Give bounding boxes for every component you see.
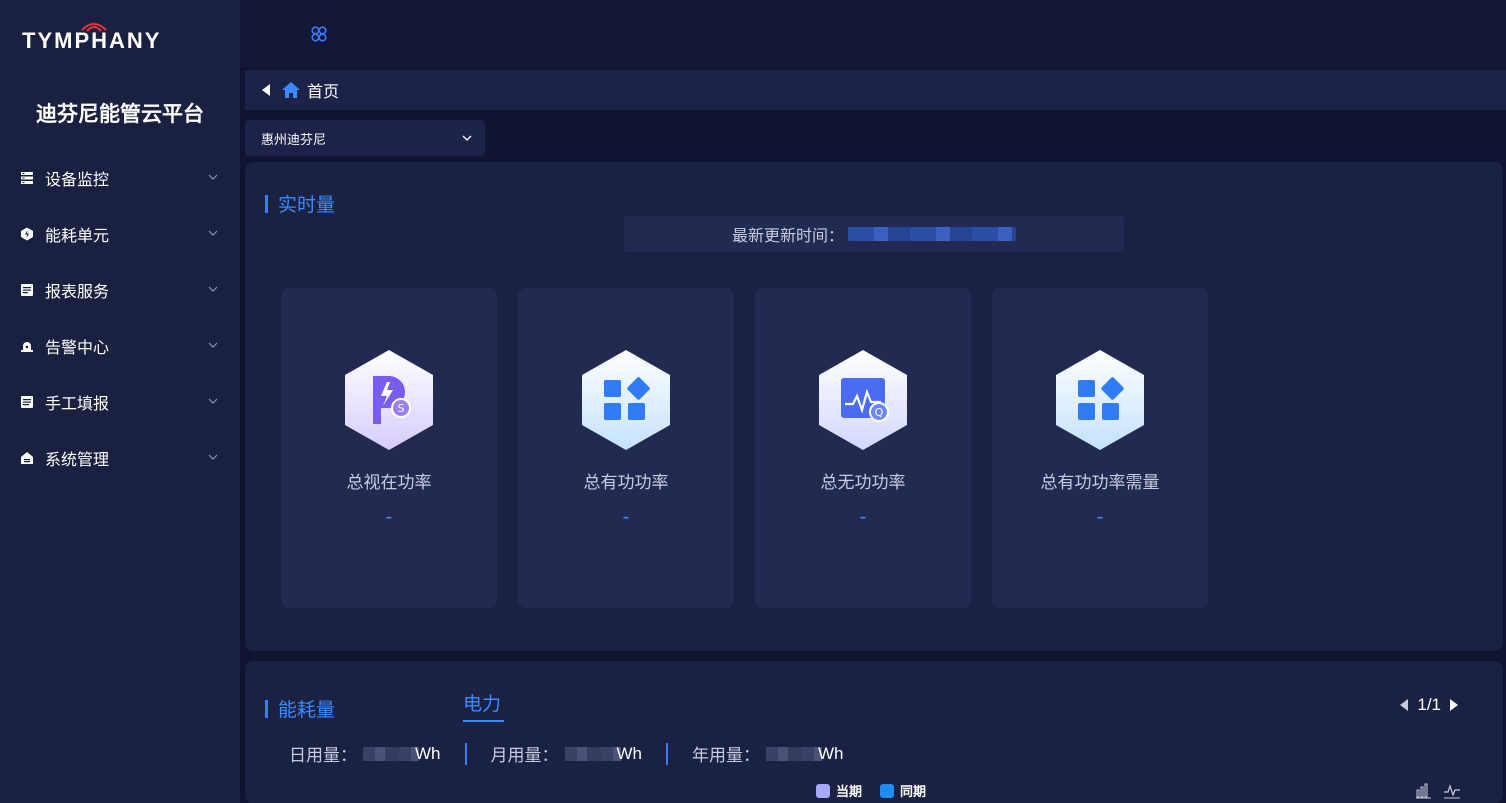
chart-legend: 当期 同期 <box>816 781 944 800</box>
section-marker <box>265 699 268 718</box>
metric-label: 总视在功率 <box>346 473 432 492</box>
usage-unit: Wh <box>415 743 441 763</box>
reactive-power-icon: Q <box>819 350 907 450</box>
tab-underline <box>463 720 504 722</box>
chevron-down-icon <box>208 286 218 292</box>
usage-monthly: 月用量： Wh <box>491 741 643 766</box>
svg-text:S: S <box>398 402 405 415</box>
home-icon <box>282 82 300 98</box>
sidebar-item-label: 系统管理 <box>45 452 110 469</box>
sidebar-item-system[interactable]: 系统管理 <box>0 430 240 486</box>
chevron-down-icon <box>208 230 218 236</box>
server-icon <box>20 171 34 185</box>
breadcrumb: 首页 <box>245 70 1506 110</box>
energy-panel: 能耗量 电力 1/1 日用量： Wh 月用量： Wh 年用量： Wh 当期 同期 <box>245 661 1503 803</box>
sidebar-item-label: 报表服务 <box>45 284 110 301</box>
metric-value: - <box>385 506 393 528</box>
site-select[interactable]: 惠州迪芬尼 <box>245 120 485 156</box>
sidebar-item-label: 告警中心 <box>45 340 110 357</box>
metric-card-active-power: 总有功功率 - <box>518 288 734 608</box>
usage-separator <box>464 742 467 765</box>
energy-title: 能耗量 <box>278 700 336 721</box>
sidebar-item-report[interactable]: 报表服务 <box>0 262 240 318</box>
sidebar-item-energy-unit[interactable]: 能耗单元 <box>0 206 240 262</box>
back-arrow-icon[interactable] <box>261 83 271 97</box>
usage-separator <box>666 742 668 765</box>
line-chart-icon[interactable] <box>1443 781 1461 799</box>
usage-yearly: 年用量： Wh <box>692 741 844 766</box>
tab-electricity[interactable]: 电力 <box>463 689 501 716</box>
chevron-down-icon <box>208 342 218 348</box>
alarm-icon <box>20 339 34 353</box>
legend-item-current[interactable]: 当期 <box>816 781 862 800</box>
realtime-title: 实时量 <box>278 195 336 216</box>
legend-swatch <box>816 783 830 798</box>
breadcrumb-home[interactable]: 首页 <box>307 78 339 102</box>
apparent-power-icon: S <box>345 350 433 450</box>
settings-box-icon <box>20 451 34 465</box>
metric-label: 总有功功率 <box>583 473 669 492</box>
usage-unit: Wh <box>616 743 643 763</box>
metric-value: - <box>1096 506 1104 528</box>
chart-tools <box>1405 781 1461 799</box>
bar-chart-icon[interactable] <box>1415 781 1433 799</box>
metric-card-active-demand: 总有功功率需量 - <box>992 288 1208 608</box>
update-time-value-redacted <box>848 227 1016 241</box>
pager: 1/1 <box>1399 695 1459 715</box>
chevron-down-icon <box>208 398 218 404</box>
legend-swatch <box>880 783 895 798</box>
usage-label: 月用量： <box>490 746 559 765</box>
platform-title: 迪芬尼能管云平台 <box>36 103 204 126</box>
usage-label: 日用量： <box>289 746 357 765</box>
usage-unit: Wh <box>818 743 844 763</box>
hexagon-bolt-icon <box>20 227 34 241</box>
sidebar-item-label: 设备监控 <box>45 172 110 189</box>
active-power-icon <box>582 350 670 450</box>
chevron-down-icon <box>208 174 218 180</box>
realtime-section-title: 实时量 <box>265 190 335 217</box>
usage-label: 年用量： <box>692 746 760 765</box>
section-marker <box>265 194 268 213</box>
usage-row: 日用量： Wh 月用量： Wh 年用量： Wh <box>289 741 844 766</box>
next-page-icon[interactable] <box>1449 698 1459 712</box>
sidebar-menu: 设备监控 能耗单元 报表服务 告警中心 手工填报 系统管理 <box>0 150 240 486</box>
chevron-down-icon <box>208 454 218 460</box>
logo-text: TYMPHANY <box>22 28 162 53</box>
update-time-box: 最新更新时间： <box>624 216 1124 252</box>
site-select-value: 惠州迪芬尼 <box>261 131 327 147</box>
sidebar-item-label: 能耗单元 <box>45 228 110 245</box>
top-bar <box>240 0 1506 68</box>
realtime-panel: 实时量 最新更新时间： S 总视在功率 - 总有功功率 - Q 总无功功率 - … <box>245 162 1503 651</box>
legend-label: 同期 <box>900 784 927 799</box>
chevron-down-icon <box>462 135 472 141</box>
update-time-label: 最新更新时间： <box>731 228 844 245</box>
metric-value: - <box>859 506 867 528</box>
sidebar: TYMPHANY 迪芬尼能管云平台 设备监控 能耗单元 报表服务 告警中心 手工… <box>0 0 240 803</box>
sidebar-item-alarm[interactable]: 告警中心 <box>0 318 240 374</box>
sidebar-item-label: 手工填报 <box>45 396 110 413</box>
prev-page-icon[interactable] <box>1399 698 1409 712</box>
form-icon <box>20 395 34 409</box>
usage-value-redacted <box>363 746 419 761</box>
usage-daily: 日用量： Wh <box>289 741 441 766</box>
sidebar-item-device-monitor[interactable]: 设备监控 <box>0 150 240 206</box>
report-icon <box>20 283 34 297</box>
tymphany-logo: TYMPHANY <box>22 20 222 60</box>
metric-label: 总无功功率 <box>820 473 906 492</box>
metric-card-apparent-power: S 总视在功率 - <box>281 288 497 608</box>
legend-item-same-period[interactable]: 同期 <box>880 781 926 800</box>
collapse-menu-icon[interactable] <box>309 24 329 44</box>
active-demand-icon <box>1056 350 1144 450</box>
usage-value-redacted <box>564 746 621 761</box>
usage-value-redacted <box>766 746 822 761</box>
metric-label: 总有功功率需量 <box>1040 473 1160 492</box>
svg-text:Q: Q <box>875 406 884 419</box>
metric-value: - <box>622 506 630 528</box>
pager-text: 1/1 <box>1417 695 1441 714</box>
sidebar-item-manual-entry[interactable]: 手工填报 <box>0 374 240 430</box>
metric-card-reactive-power: Q 总无功功率 - <box>755 288 971 608</box>
legend-label: 当期 <box>836 784 863 799</box>
energy-section-title: 能耗量 <box>265 695 335 722</box>
